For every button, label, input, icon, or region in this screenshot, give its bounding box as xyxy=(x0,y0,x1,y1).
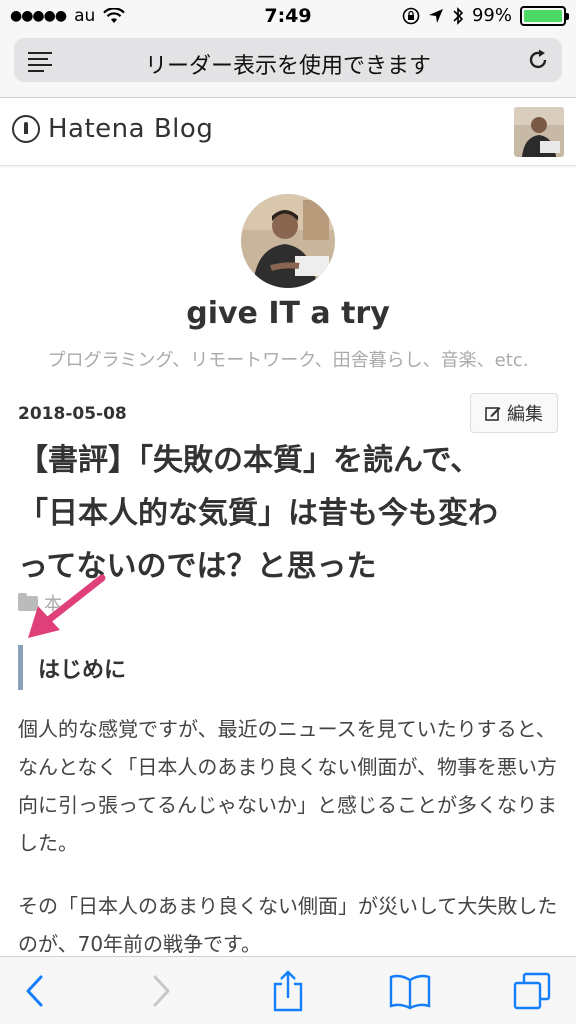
entry-paragraph: その「日本人のあまり良くない側面」が災いして大失敗したのが、70年前の戦争です。 xyxy=(18,894,558,956)
entry-title-line: 【書評】「失敗の本質」を読んで、 xyxy=(18,443,481,478)
share-button[interactable] xyxy=(266,969,310,1013)
location-icon xyxy=(428,8,443,23)
tabs-icon xyxy=(513,972,551,1010)
chevron-left-icon xyxy=(26,975,43,1007)
tabs-button[interactable] xyxy=(510,969,554,1013)
blog-description: プログラミング、リモートワーク、田舎暮らし、音楽、etc. xyxy=(47,350,529,371)
section-heading: はじめに xyxy=(18,645,126,690)
status-right: 99% xyxy=(402,5,569,26)
reader-view-icon[interactable] xyxy=(28,52,52,72)
reload-icon[interactable] xyxy=(526,48,550,72)
hatena-header: Hatena Blog xyxy=(0,98,576,166)
entry-title[interactable]: 【書評】「失敗の本質」を読んで、 「日本人的な気質」は昔も今も変わ ってないので… xyxy=(18,434,558,593)
battery-level xyxy=(524,9,562,22)
entry-paragraph: 個人的な感覚ですが、最近のニュースを見ていたりすると、なんとなく「日本人のあまり… xyxy=(18,717,557,855)
safari-bottom-toolbar xyxy=(0,956,576,1024)
hatena-logo-text: Hatena Blog xyxy=(48,114,214,144)
blog-title[interactable]: give IT a try xyxy=(0,296,576,331)
share-icon xyxy=(273,970,303,1012)
browser-toolbar: リーダー表示を使用できます xyxy=(0,34,576,98)
chevron-right-icon xyxy=(153,975,170,1007)
edit-button[interactable]: 編集 xyxy=(470,393,558,433)
orientation-lock-icon xyxy=(402,7,420,24)
bluetooth-icon xyxy=(453,6,464,25)
hatena-logo-icon xyxy=(12,115,40,143)
status-bar: ●●●●● au 7:49 99% xyxy=(0,0,576,34)
bookmarks-button[interactable] xyxy=(388,969,432,1013)
hatena-blog-logo[interactable]: Hatena Blog xyxy=(12,114,213,144)
edit-label: 編集 xyxy=(507,404,543,425)
address-bar-text[interactable]: リーダー表示を使用できます xyxy=(64,48,512,80)
annotation-arrow-icon xyxy=(28,574,106,638)
book-icon xyxy=(389,974,431,1010)
battery-icon xyxy=(520,5,569,26)
edit-icon xyxy=(485,407,501,421)
profile-avatar[interactable] xyxy=(241,194,335,288)
forward-button[interactable] xyxy=(140,969,184,1013)
entry-date[interactable]: 2018-05-08 xyxy=(18,404,127,424)
user-avatar[interactable] xyxy=(514,107,564,157)
back-button[interactable] xyxy=(12,969,56,1013)
battery-percent: 99% xyxy=(471,5,512,26)
entry-title-line: 「日本人的な気質」は昔も今も変わ xyxy=(18,496,498,531)
address-bar[interactable]: リーダー表示を使用できます xyxy=(14,38,562,82)
